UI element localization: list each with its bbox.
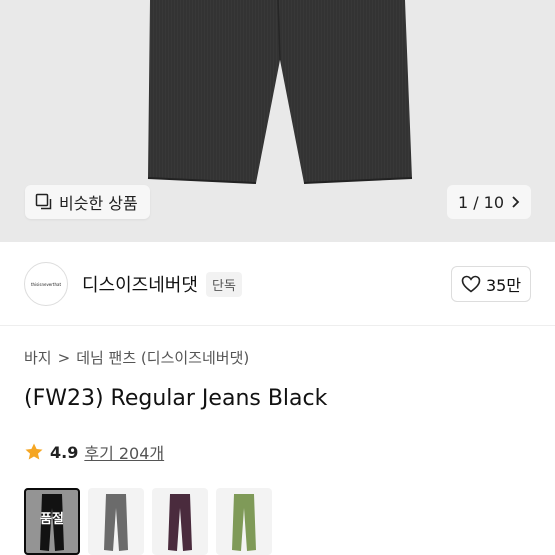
product-title: (FW23) Regular Jeans Black (24, 386, 328, 411)
reviews-link[interactable]: 후기 204개 (84, 440, 164, 464)
color-swatches: 품절 (24, 488, 272, 555)
swatch-gray[interactable] (88, 488, 144, 555)
swatch-green[interactable] (216, 488, 272, 555)
breadcrumb-item-pants[interactable]: 바지 (24, 347, 52, 368)
like-button[interactable]: 35만 (451, 266, 531, 302)
breadcrumb: 바지 > 데님 팬츠 (디스이즈네버댓) (24, 347, 249, 368)
breadcrumb-item-denim[interactable]: 데님 팬츠 (디스이즈네버댓) (76, 347, 249, 368)
copy-icon (35, 193, 52, 210)
swatch-image (104, 494, 128, 551)
pager-text: 1 / 10 (457, 192, 505, 212)
similar-products-label: 비슷한 상품 (59, 194, 138, 213)
rating-row: 4.9 후기 204개 (24, 440, 164, 464)
like-count: 35만 (485, 276, 522, 295)
brand-logo[interactable]: thisisneverthat (24, 262, 68, 306)
brand-logo-text: thisisneverthat (30, 281, 62, 287)
brand-row: thisisneverthat 디스이즈네버댓 단독 35만 (0, 242, 555, 326)
rating-score: 4.9 (50, 442, 79, 462)
soldout-label: 품절 (40, 512, 64, 527)
chevron-right-icon (512, 196, 520, 208)
image-pager[interactable]: 1 / 10 (447, 185, 531, 219)
swatch-image (232, 494, 256, 551)
brand-name[interactable]: 디스이즈네버댓 (82, 271, 198, 297)
swatch-purple[interactable] (152, 488, 208, 555)
swatch-image (168, 494, 192, 551)
swatch-black[interactable]: 품절 (24, 488, 80, 555)
similar-products-button[interactable]: 비슷한 상품 (25, 185, 150, 219)
heart-icon (461, 275, 481, 293)
star-icon (25, 443, 43, 460)
product-image-carousel[interactable]: 비슷한 상품 1 / 10 (0, 0, 555, 242)
breadcrumb-separator: > (57, 348, 71, 367)
exclusive-badge: 단독 (206, 272, 242, 297)
